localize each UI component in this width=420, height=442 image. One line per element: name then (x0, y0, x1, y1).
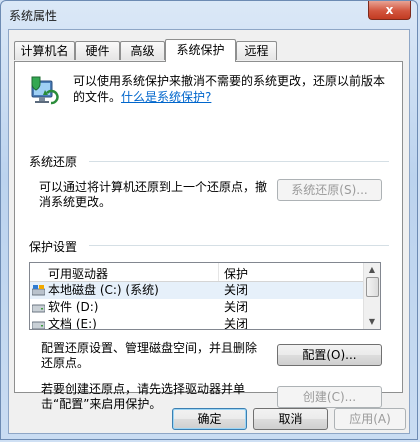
system-properties-window: 系统属性 x 计算机名 硬件 高级 系统保护 远程 可以使用系统保护来撤消不需要… (0, 0, 418, 440)
what-is-system-protection-link[interactable]: 什么是系统保护? (121, 90, 211, 104)
intro-text: 可以使用系统保护来撤消不需要的系统更改，还原以前版本的文件。 (73, 74, 386, 104)
intro-text-block: 可以使用系统保护来撤消不需要的系统更改，还原以前版本的文件。什么是系统保护? (73, 73, 393, 105)
configure-description: 配置还原设置、管理磁盘空间，并且删除还原点。 (41, 341, 258, 370)
ok-button[interactable]: 确定 (172, 408, 247, 430)
hard-drive-icon (32, 321, 45, 329)
system-protection-panel: 可以使用系统保护来撤消不需要的系统更改，还原以前版本的文件。什么是系统保护? 系… (14, 61, 403, 411)
system-restore-heading: 系统还原 (29, 155, 78, 169)
protection-settings-heading: 保护设置 (29, 240, 78, 254)
system-restore-description: 可以通过将计算机还原到上一个还原点，撤消系统更改。 (39, 180, 268, 209)
tab-remote[interactable]: 远程 (236, 41, 277, 60)
tab-advanced[interactable]: 高级 (120, 41, 165, 60)
drive-name: 本地磁盘 (C:) (系统) (48, 283, 159, 297)
drive-name: 文档 (E:) (48, 317, 97, 330)
drive-row-c[interactable]: 本地磁盘 (C:) (系统) 关闭 (30, 282, 364, 299)
system-protection-icon (31, 76, 59, 105)
drive-protection-status: 关闭 (224, 317, 249, 330)
drive-row-e[interactable]: 文档 (E:) 关闭 (30, 316, 364, 330)
drive-protection-status: 关闭 (224, 300, 249, 314)
column-separator (218, 263, 219, 281)
drive-name: 软件 (D:) (48, 300, 99, 314)
hard-drive-icon (32, 304, 45, 313)
tab-computer-name[interactable]: 计算机名 (14, 41, 75, 60)
configure-button[interactable]: 配置(O)... (277, 344, 382, 366)
drive-protection-status: 关闭 (224, 283, 249, 297)
drive-list-header: 可用驱动器 保护 (30, 263, 364, 282)
system-restore-button[interactable]: 系统还原(S)... (277, 179, 382, 201)
column-protection[interactable]: 保护 (224, 265, 248, 282)
dialog-client: 计算机名 硬件 高级 系统保护 远程 可以使用系统保护来撤消不需要的系统更改，还… (8, 29, 410, 434)
system-drive-icon (32, 285, 45, 296)
window-title: 系统属性 (9, 9, 58, 23)
cancel-button[interactable]: 取消 (253, 408, 328, 430)
tab-strip: 计算机名 硬件 高级 系统保护 远程 (14, 39, 404, 62)
close-icon: x (385, 3, 394, 17)
scroll-up-icon[interactable]: ▲ (364, 263, 380, 277)
tab-hardware[interactable]: 硬件 (75, 41, 120, 60)
tab-system-protection[interactable]: 系统保护 (165, 39, 236, 62)
scroll-down-icon[interactable]: ▼ (364, 315, 380, 329)
system-restore-divider (89, 161, 389, 162)
drive-row-d[interactable]: 软件 (D:) 关闭 (30, 299, 364, 316)
scroll-thumb[interactable] (366, 277, 379, 297)
drive-list[interactable]: 可用驱动器 保护 本地磁盘 (C:) (系统) 关闭 软件 (D:) 关闭 文档… (29, 262, 381, 330)
close-button[interactable]: x (368, 1, 411, 20)
protection-settings-divider (89, 245, 389, 246)
drive-list-scrollbar[interactable]: ▲ ▼ (363, 263, 380, 329)
column-available-drives[interactable]: 可用驱动器 (48, 265, 108, 282)
apply-button[interactable]: 应用(A) (334, 408, 406, 430)
title-bar[interactable]: 系统属性 x (1, 1, 417, 29)
create-button[interactable]: 创建(C)... (277, 386, 382, 408)
